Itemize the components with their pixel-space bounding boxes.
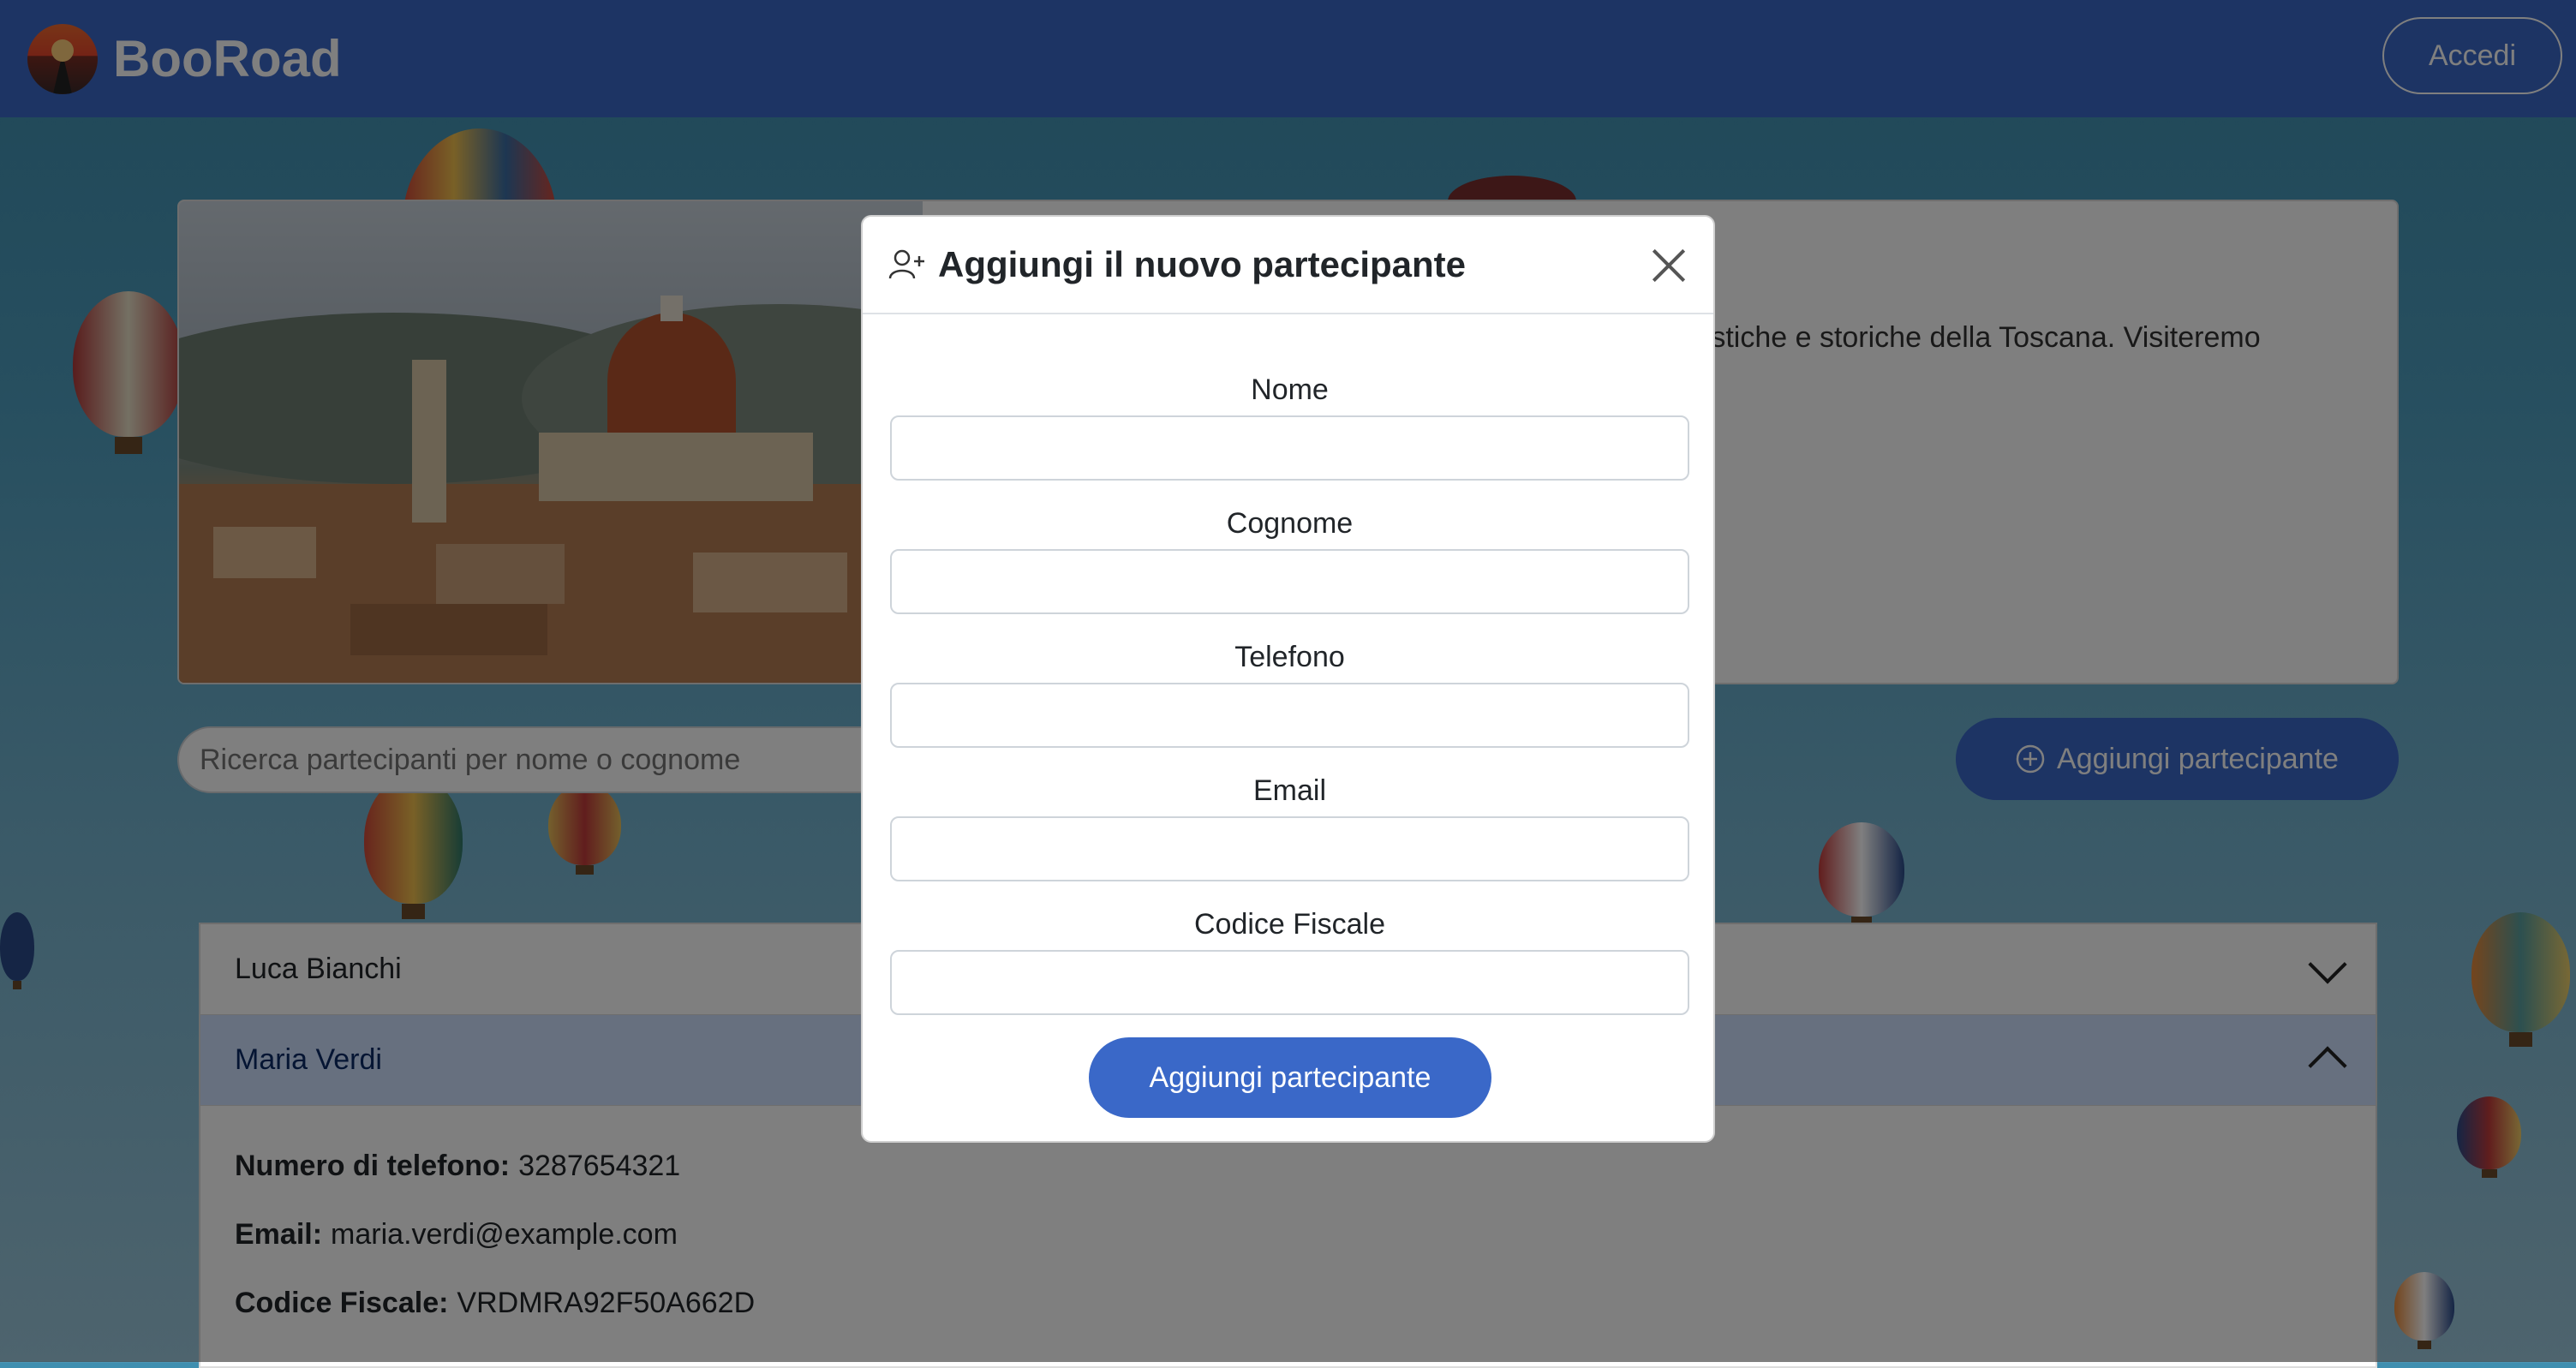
cognome-field-group: Cognome bbox=[890, 505, 1689, 614]
email-input[interactable] bbox=[890, 816, 1689, 881]
email-field-group: Email bbox=[890, 772, 1689, 881]
nome-label: Nome bbox=[1251, 373, 1329, 406]
person-add-icon bbox=[888, 249, 924, 279]
cognome-label: Cognome bbox=[1226, 507, 1354, 540]
modal-title: Aggiungi il nuovo partecipante bbox=[938, 244, 1467, 284]
telefono-input[interactable] bbox=[890, 683, 1689, 748]
nome-input[interactable] bbox=[890, 415, 1689, 481]
close-icon[interactable] bbox=[1647, 244, 1689, 287]
codice-fiscale-input[interactable] bbox=[890, 950, 1689, 1015]
email-label: Email bbox=[1252, 774, 1327, 807]
modal-header: Aggiungi il nuovo partecipante bbox=[863, 217, 1713, 314]
cognome-input[interactable] bbox=[890, 549, 1689, 614]
add-participant-modal: Aggiungi il nuovo partecipante Nome Cogn… bbox=[861, 215, 1715, 1143]
telefono-label: Telefono bbox=[1234, 641, 1345, 673]
nome-field-group: Nome bbox=[890, 371, 1689, 481]
telefono-field-group: Telefono bbox=[890, 638, 1689, 748]
submit-participant-button[interactable]: Aggiungi partecipante bbox=[1089, 1037, 1491, 1118]
codice-fiscale-field-group: Codice Fiscale bbox=[890, 905, 1689, 1015]
codice-fiscale-label: Codice Fiscale bbox=[1194, 908, 1385, 941]
